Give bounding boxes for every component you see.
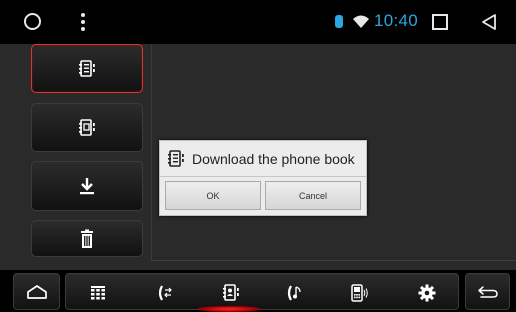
music-phone-icon (287, 284, 301, 301)
dock-call-log-button[interactable] (146, 274, 186, 311)
dock-return-button[interactable] (465, 273, 510, 310)
phonebook-icon (168, 149, 184, 167)
circle-home-icon[interactable] (24, 13, 41, 30)
status-bar: 10:40 (0, 0, 516, 44)
horizontal-divider (151, 260, 516, 261)
clock-time: 10:40 (374, 11, 419, 30)
active-tab-indicator (197, 306, 261, 312)
bottom-dock (0, 270, 516, 312)
dock-settings-button[interactable] (407, 274, 447, 311)
trash-icon (81, 229, 93, 248)
main-panel: Download the phone book OK Cancel (0, 44, 516, 270)
dialog-header: Download the phone book (160, 141, 366, 177)
dock-music-phone-button[interactable] (276, 274, 316, 311)
phonebook-icon (79, 59, 95, 77)
phonebook-sync-icon (79, 118, 95, 136)
return-arrow-icon (477, 285, 498, 298)
sidebar-button-phonebook[interactable] (31, 44, 143, 93)
contacts-icon (223, 283, 239, 301)
recents-square-icon[interactable] (432, 14, 448, 30)
dock-home-button[interactable] (13, 273, 60, 310)
dock-dialpad-button[interactable] (78, 274, 118, 311)
dialog-title: Download the phone book (192, 150, 355, 167)
dock-app-bar (65, 273, 459, 310)
call-log-icon (159, 284, 172, 301)
overflow-menu-icon[interactable] (80, 12, 86, 32)
sidebar-button-delete[interactable] (31, 220, 143, 257)
device-icon (351, 283, 368, 302)
download-icon (80, 178, 94, 195)
download-phonebook-dialog: Download the phone book OK Cancel (159, 140, 367, 216)
settings-gear-icon (418, 284, 436, 301)
sidebar-button-download[interactable] (31, 161, 143, 211)
ok-button[interactable]: OK (165, 181, 261, 210)
dialpad-icon (91, 285, 105, 299)
vertical-divider (151, 44, 152, 261)
home-icon (26, 284, 47, 299)
cancel-button[interactable]: Cancel (265, 181, 361, 210)
bluetooth-icon (335, 15, 343, 28)
wifi-icon (353, 15, 369, 28)
back-triangle-icon[interactable] (480, 13, 498, 31)
sidebar-button-phonebook-sync[interactable] (31, 103, 143, 152)
dock-device-button[interactable] (341, 274, 381, 311)
